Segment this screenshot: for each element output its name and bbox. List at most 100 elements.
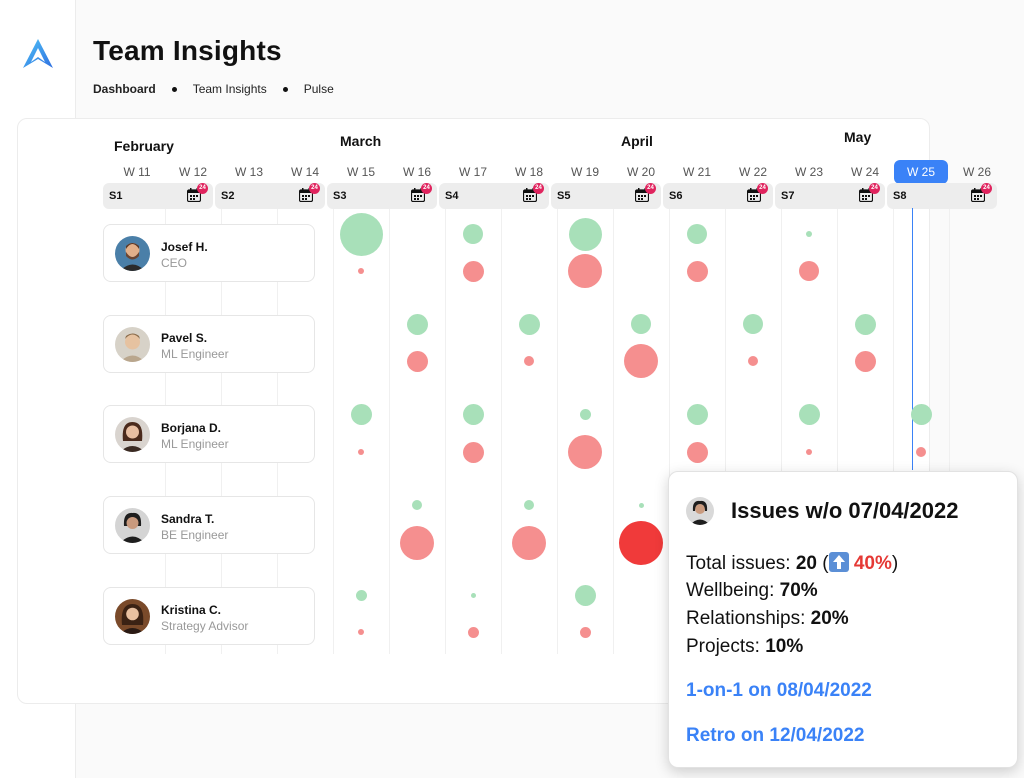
issue-bubble[interactable]	[358, 629, 364, 635]
issue-bubble[interactable]	[624, 344, 658, 378]
week-tab[interactable]: W 17	[446, 160, 500, 184]
issue-bubble[interactable]	[686, 441, 708, 463]
positive-bubble[interactable]	[631, 314, 651, 334]
positive-bubble[interactable]	[579, 408, 591, 420]
week-tab[interactable]: W 14	[278, 160, 332, 184]
positive-bubble[interactable]	[524, 500, 534, 510]
sprint-bar: S8 24	[887, 183, 997, 209]
positive-bubble[interactable]	[350, 403, 372, 425]
sprint-label: S1	[109, 190, 123, 202]
issue-bubble[interactable]	[406, 350, 428, 372]
issue-bubble[interactable]	[512, 526, 546, 560]
calendar-icon[interactable]: 24	[634, 183, 656, 203]
week-tab[interactable]: W 13	[222, 160, 276, 184]
issues-tooltip: Issues w/o 07/04/2022 Total issues: 20 (…	[668, 471, 1018, 768]
member-role: CEO	[161, 256, 188, 270]
positive-bubble[interactable]	[568, 217, 602, 251]
issue-bubble[interactable]	[400, 526, 434, 560]
member-name: Josef H.	[161, 240, 208, 254]
positive-bubble[interactable]	[910, 403, 932, 425]
tooltip-avatar	[686, 497, 714, 525]
week-tab[interactable]: W 18	[502, 160, 556, 184]
issue-bubble[interactable]	[462, 260, 484, 282]
tooltip-title: Issues w/o 07/04/2022	[731, 498, 959, 523]
issue-bubble[interactable]	[579, 626, 591, 638]
calendar-badge: 24	[981, 183, 992, 194]
calendar-icon[interactable]: 24	[186, 183, 208, 203]
team-member-card[interactable]: Pavel S. ML Engineer	[103, 315, 315, 373]
breadcrumb-dashboard[interactable]: Dashboard	[93, 82, 156, 96]
member-role: Strategy Advisor	[161, 619, 249, 633]
calendar-icon[interactable]: 24	[298, 183, 320, 203]
issue-bubble[interactable]	[686, 260, 708, 282]
positive-bubble[interactable]	[355, 589, 367, 601]
sprint-label: S5	[557, 190, 571, 202]
calendar-badge: 24	[421, 183, 432, 194]
team-member-card[interactable]: Sandra T. BE Engineer	[103, 496, 315, 554]
calendar-badge: 24	[533, 183, 544, 194]
week-tab[interactable]: W 16	[390, 160, 444, 184]
week-tab[interactable]: W 24	[838, 160, 892, 184]
week-tab[interactable]: W 12	[166, 160, 220, 184]
week-tab[interactable]: W 21	[670, 160, 724, 184]
issue-bubble[interactable]	[358, 268, 364, 274]
member-avatar	[115, 508, 150, 543]
week-tab-active[interactable]: W 25	[894, 160, 948, 184]
app-logo[interactable]	[22, 38, 54, 70]
week-tab[interactable]: W 19	[558, 160, 612, 184]
positive-bubble[interactable]	[806, 231, 812, 237]
issue-bubble[interactable]	[568, 435, 602, 469]
team-member-card[interactable]: Kristina C. Strategy Advisor	[103, 587, 315, 645]
relationships-value: 20%	[810, 608, 849, 629]
one-on-one-link[interactable]: 1-on-1 on 08/04/2022	[686, 680, 872, 702]
calendar-icon[interactable]: 24	[746, 183, 768, 203]
positive-bubble[interactable]	[518, 313, 540, 335]
week-tab[interactable]: W 11	[110, 160, 164, 184]
issue-bubble[interactable]	[806, 449, 812, 455]
positive-bubble[interactable]	[743, 314, 763, 334]
calendar-badge: 24	[309, 183, 320, 194]
calendar-icon[interactable]: 24	[410, 183, 432, 203]
team-member-card[interactable]: Borjana D. ML Engineer	[103, 405, 315, 463]
positive-bubble[interactable]	[638, 502, 644, 508]
issue-bubble[interactable]	[358, 449, 364, 455]
positive-bubble[interactable]	[687, 224, 707, 244]
breadcrumb-team-insights[interactable]: Team Insights	[193, 82, 267, 96]
positive-bubble[interactable]	[854, 313, 876, 335]
positive-bubble[interactable]	[462, 403, 484, 425]
breadcrumb-pulse[interactable]: Pulse	[304, 82, 334, 96]
week-tab[interactable]: W 26	[950, 160, 1004, 184]
week-tab[interactable]: W 15	[334, 160, 388, 184]
positive-bubble[interactable]	[686, 403, 708, 425]
projects-label: Projects:	[686, 636, 766, 657]
calendar-icon[interactable]: 24	[970, 183, 992, 203]
issue-bubble[interactable]	[568, 254, 602, 288]
week-tab[interactable]: W 20	[614, 160, 668, 184]
retro-link[interactable]: Retro on 12/04/2022	[686, 725, 864, 747]
positive-bubble[interactable]	[463, 224, 483, 244]
issue-bubble[interactable]	[748, 356, 758, 366]
positive-bubble[interactable]	[574, 584, 596, 606]
positive-bubble[interactable]	[339, 212, 383, 256]
calendar-icon[interactable]: 24	[522, 183, 544, 203]
week-tab[interactable]: W 23	[782, 160, 836, 184]
issue-bubble[interactable]	[462, 441, 484, 463]
issue-bubble[interactable]	[799, 261, 819, 281]
calendar-icon[interactable]: 24	[858, 183, 880, 203]
positive-bubble[interactable]	[406, 313, 428, 335]
issue-bubble[interactable]	[854, 350, 876, 372]
total-issues: Total issues: 20 ( 40%)	[686, 552, 899, 574]
week-tab[interactable]: W 22	[726, 160, 780, 184]
issue-bubble[interactable]	[619, 521, 663, 565]
member-name: Kristina C.	[161, 603, 222, 617]
issue-bubble[interactable]	[524, 356, 534, 366]
positive-bubble[interactable]	[412, 500, 422, 510]
issue-bubble[interactable]	[467, 626, 479, 638]
breadcrumb-separator	[282, 86, 288, 92]
sprint-label: S6	[669, 190, 683, 202]
positive-bubble[interactable]	[798, 403, 820, 425]
positive-bubble[interactable]	[470, 592, 476, 598]
issue-bubble[interactable]	[916, 447, 926, 457]
team-member-card[interactable]: Josef H. CEO	[103, 224, 315, 282]
total-issues-value: 20	[795, 553, 817, 574]
